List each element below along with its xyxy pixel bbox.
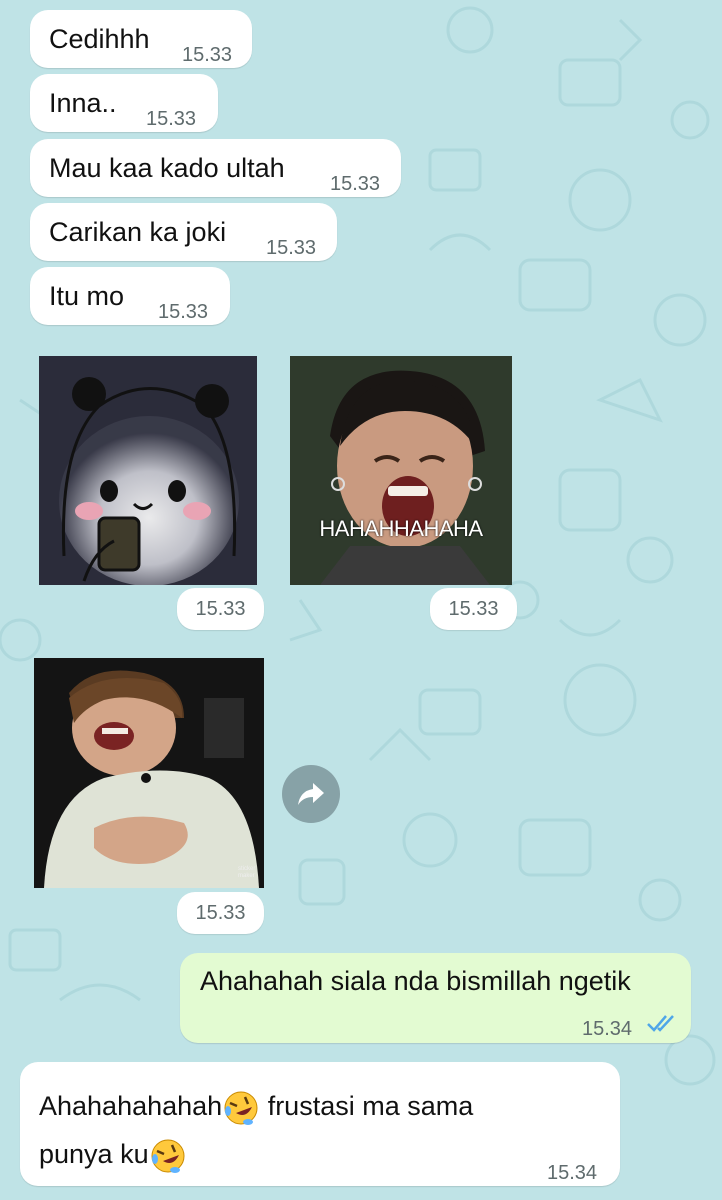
message-time: 15.33	[330, 173, 381, 195]
message-text-part: frustasi ma sama	[260, 1091, 474, 1121]
laughing-boy-image	[290, 356, 512, 585]
sticker-time: 15.33	[177, 588, 264, 630]
panda-phone-sticker[interactable]	[39, 356, 257, 585]
message-line-2: punya ku	[39, 1130, 599, 1178]
message-text: Ahahahah siala nda bismillah ngetik	[200, 966, 631, 996]
panda-sticker-image	[59, 377, 239, 585]
rolling-laughing-emoji-icon	[224, 1091, 258, 1125]
message-time: 15.33	[266, 237, 317, 259]
sticker-caption: HAHAHHAHAHA	[319, 516, 483, 541]
message-text-part: Ahahahahahah	[39, 1091, 223, 1121]
sticker-time: 15.33	[430, 588, 517, 630]
incoming-message[interactable]: Cedihhh 15.33	[30, 10, 252, 68]
message-text: Cedihhh	[49, 24, 150, 54]
laughing-man-image	[34, 658, 264, 888]
message-line-1: Ahahahahahah frustasi ma sama	[39, 1082, 599, 1130]
message-time: 15.33	[146, 108, 197, 130]
message-time: 15.33	[158, 301, 209, 323]
message-text: Mau kaa kado ultah	[49, 153, 285, 183]
sticker-watermark: sticker maker	[238, 866, 256, 879]
laughing-boy-sticker[interactable]: HAHAHHAHAHA	[290, 356, 512, 585]
message-text-block: Ahahahahahah frustasi ma sama punya ku	[39, 1082, 599, 1178]
sticker-time: 15.33	[177, 892, 264, 934]
incoming-message[interactable]: Mau kaa kado ultah 15.33	[30, 139, 401, 197]
message-time: 15.34	[547, 1162, 598, 1184]
incoming-message[interactable]: Inna.. 15.33	[30, 74, 218, 132]
message-time: 15.33	[182, 44, 233, 66]
incoming-message[interactable]: Itu mo 15.33	[30, 267, 230, 325]
outgoing-message[interactable]: Ahahahah siala nda bismillah ngetik 15.3…	[180, 953, 691, 1043]
incoming-message[interactable]: Carikan ka joki 15.33	[30, 203, 337, 261]
message-text: Carikan ka joki	[49, 217, 227, 247]
forward-button[interactable]	[282, 765, 340, 823]
message-time: 15.34	[582, 1018, 633, 1040]
incoming-message[interactable]: Ahahahahahah frustasi ma sama punya ku 1…	[20, 1062, 620, 1186]
message-text-part: punya ku	[39, 1139, 149, 1169]
message-text: Inna..	[49, 88, 117, 118]
message-text: Itu mo	[49, 281, 125, 311]
double-check-read-icon	[647, 1015, 674, 1032]
forward-arrow-icon	[298, 783, 324, 805]
laughing-man-sticker[interactable]: sticker maker	[34, 658, 264, 888]
rolling-laughing-emoji-icon	[151, 1139, 185, 1173]
